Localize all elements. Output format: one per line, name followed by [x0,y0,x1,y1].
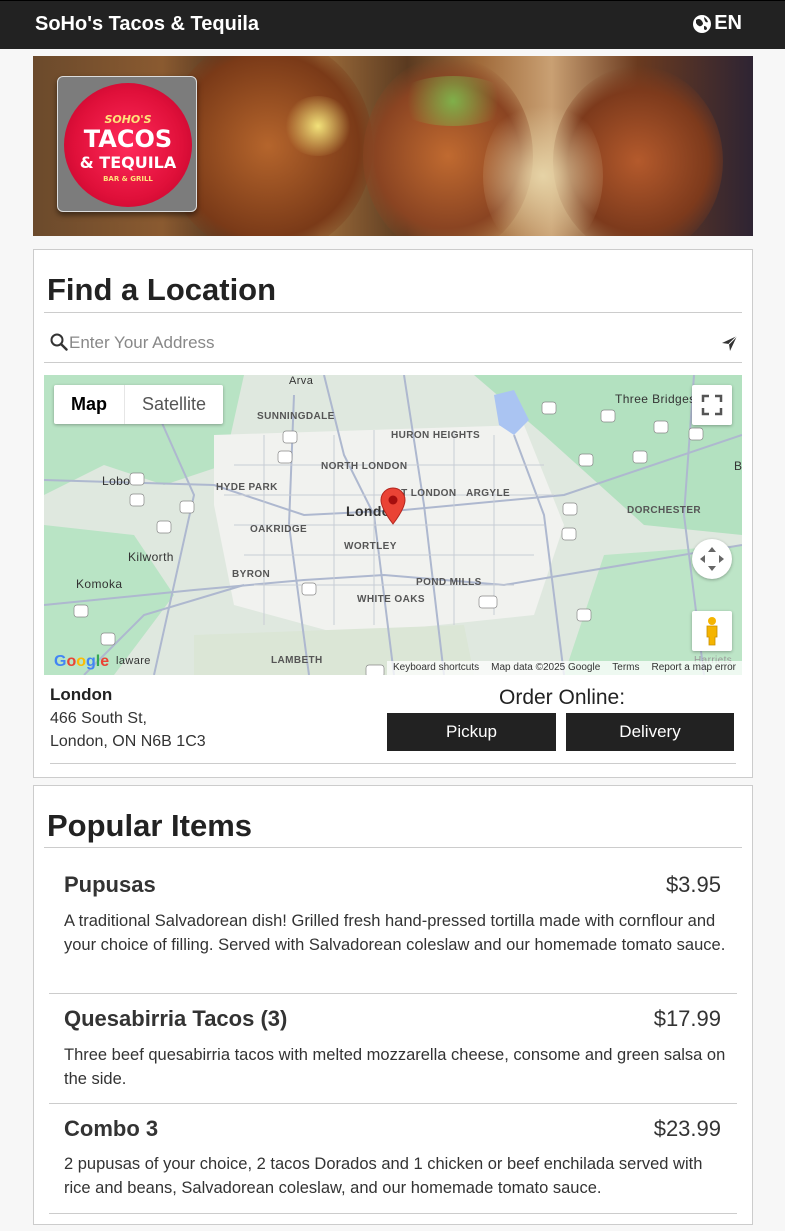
map-label: laware [116,655,151,667]
language-selector[interactable]: EN [692,12,742,35]
divider [49,1213,737,1214]
menu-item-name[interactable]: Quesabirria Tacos (3) [64,1006,287,1032]
fullscreen-button[interactable] [692,385,732,425]
menu-item-price: $23.99 [653,1116,721,1141]
street-view-pegman[interactable] [692,611,732,651]
menu-item-name[interactable]: Combo 3 [64,1116,158,1142]
map-label: Arva [289,375,314,387]
top-nav-bar: SoHo's Tacos & Tequila EN [0,0,785,49]
menu-item-price: $3.95 [665,872,721,897]
map-label: POND MILLS [416,577,482,588]
find-location-card: Find a Location Enter Your Address Arva … [33,249,753,778]
logo-text: BAR & GRILL [103,175,153,183]
report-error-link[interactable]: Report a map error [652,661,736,675]
map-label: DORCHESTER [627,505,702,516]
map-view-button[interactable]: Map [54,385,124,424]
address-search [44,325,742,363]
divider [49,1103,737,1104]
map-label: B [734,459,742,473]
map-label: Kilworth [128,550,174,564]
logo-text: TACOS [83,125,173,153]
delivery-button[interactable]: Delivery [566,713,734,751]
divider [44,847,742,848]
map-pin-icon[interactable] [380,487,406,525]
menu-item-description: 2 pupusas of your choice, 2 tacos Dorado… [64,1155,703,1197]
pan-arrows-icon [700,547,724,571]
address-input[interactable] [69,333,709,353]
satellite-view-button[interactable]: Satellite [124,385,223,424]
map-label: WORTLEY [344,541,397,552]
divider [44,312,742,313]
map-label: Lobo [102,474,131,488]
map-label: Three Bridges [615,392,696,406]
menu-item-price: $17.99 [653,1006,721,1031]
divider [50,763,736,764]
terms-link[interactable]: Terms [612,661,639,675]
map-label: SUNNINGDALE [257,411,335,422]
map-label: HURON HEIGHTS [391,430,481,441]
map-label: NORTH LONDON [321,461,408,472]
google-logo[interactable]: Google [54,653,109,671]
search-icon [50,333,68,351]
divider [49,993,737,994]
map-label: ARGYLE [466,488,511,499]
section-title: Popular Items [47,808,252,843]
address-line-1: 466 South St, [50,710,147,727]
language-code: EN [714,12,742,34]
fullscreen-icon [701,394,723,416]
pegman-icon [706,617,718,646]
pickup-button[interactable]: Pickup [387,713,556,751]
site-title[interactable]: SoHo's Tacos & Tequila [35,13,259,36]
map-label: OAKRIDGE [250,524,308,535]
locate-me-icon[interactable] [721,335,738,352]
order-online-label: Order Online: [499,686,626,709]
section-title: Find a Location [47,272,277,307]
location-map[interactable]: Arva SUNNINGDALE HURON HEIGHTS NORTH LON… [44,375,742,675]
menu-item-description: A traditional Salvadorean dish! Grilled … [64,912,726,954]
map-label: LAMBETH [271,655,323,666]
popular-items-card: Popular Items Pupusas $3.95 A traditiona… [33,785,753,1225]
map-label: HYDE PARK [216,482,278,493]
logo-badge: SOHO'S TACOS & TEQUILA BAR & GRILL [64,83,192,207]
map-label: WHITE OAKS [357,594,425,605]
map-attribution-bar: Keyboard shortcuts Map data ©2025 Google… [386,661,742,675]
menu-item-name[interactable]: Pupusas [64,872,156,898]
camera-control-button[interactable] [692,539,732,579]
location-name: London [50,685,113,704]
restaurant-logo: SOHO'S TACOS & TEQUILA BAR & GRILL [57,76,197,212]
map-label: Komoka [76,577,123,591]
keyboard-shortcuts-link[interactable]: Keyboard shortcuts [393,661,479,675]
address-line-2: London, ON N6B 1C3 [50,733,206,750]
logo-text: & TEQUILA [79,153,177,172]
menu-item-description: Three beef quesabirria tacos with melted… [64,1046,726,1088]
map-data-attribution: Map data ©2025 Google [491,662,601,673]
map-type-control: Map Satellite [54,385,224,424]
globe-icon [693,14,712,33]
map-label: BYRON [232,569,271,580]
